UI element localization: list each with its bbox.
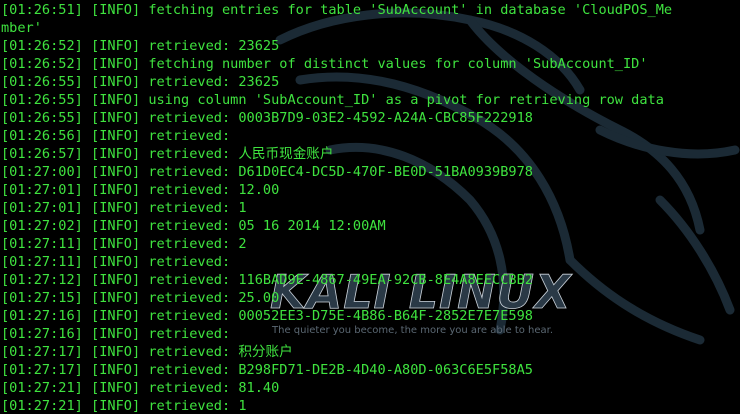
log-line: mber' xyxy=(1,20,42,36)
log-line: [01:26:55] [INFO] retrieved: 23625 xyxy=(1,74,280,90)
log-line: [01:27:11] [INFO] retrieved: xyxy=(1,254,231,270)
log-line: [01:27:17] [INFO] retrieved: 积分账户 xyxy=(1,344,293,360)
log-line: [01:27:21] [INFO] retrieved: 1 xyxy=(1,398,247,414)
log-line: [01:26:56] [INFO] retrieved: xyxy=(1,128,231,144)
log-line: [01:27:17] [INFO] retrieved: B298FD71-DE… xyxy=(1,362,533,378)
log-line: [01:26:55] [INFO] retrieved: 0003B7D9-03… xyxy=(1,110,533,126)
terminal-window[interactable]: KALI LINUX The quieter you become, the m… xyxy=(0,0,740,414)
log-line: [01:27:21] [INFO] retrieved: 81.40 xyxy=(1,380,280,396)
log-line: [01:27:01] [INFO] retrieved: 1 xyxy=(1,200,247,216)
log-line: [01:27:12] [INFO] retrieved: 116BAD9E-48… xyxy=(1,272,533,288)
log-line: [01:27:16] [INFO] retrieved: 00052EE3-D7… xyxy=(1,308,533,324)
log-line: [01:26:52] [INFO] retrieved: 23625 xyxy=(1,38,280,54)
log-line: [01:26:52] [INFO] fetching number of dis… xyxy=(1,56,648,72)
log-line: [01:27:16] [INFO] retrieved: xyxy=(1,326,231,342)
log-line: [01:26:57] [INFO] retrieved: 人民币现金账户 xyxy=(1,146,334,162)
log-line: [01:26:55] [INFO] using column 'SubAccou… xyxy=(1,92,664,108)
log-line: [01:26:51] [INFO] fetching entries for t… xyxy=(1,2,673,18)
terminal-output: [01:26:51] [INFO] fetching entries for t… xyxy=(1,1,739,414)
log-line: [01:27:01] [INFO] retrieved: 12.00 xyxy=(1,182,280,198)
log-line: [01:27:11] [INFO] retrieved: 2 xyxy=(1,236,247,252)
log-line: [01:27:02] [INFO] retrieved: 05 16 2014 … xyxy=(1,218,386,234)
log-line: [01:27:00] [INFO] retrieved: D61D0EC4-DC… xyxy=(1,164,533,180)
log-line: [01:27:15] [INFO] retrieved: 25.00 xyxy=(1,290,280,306)
